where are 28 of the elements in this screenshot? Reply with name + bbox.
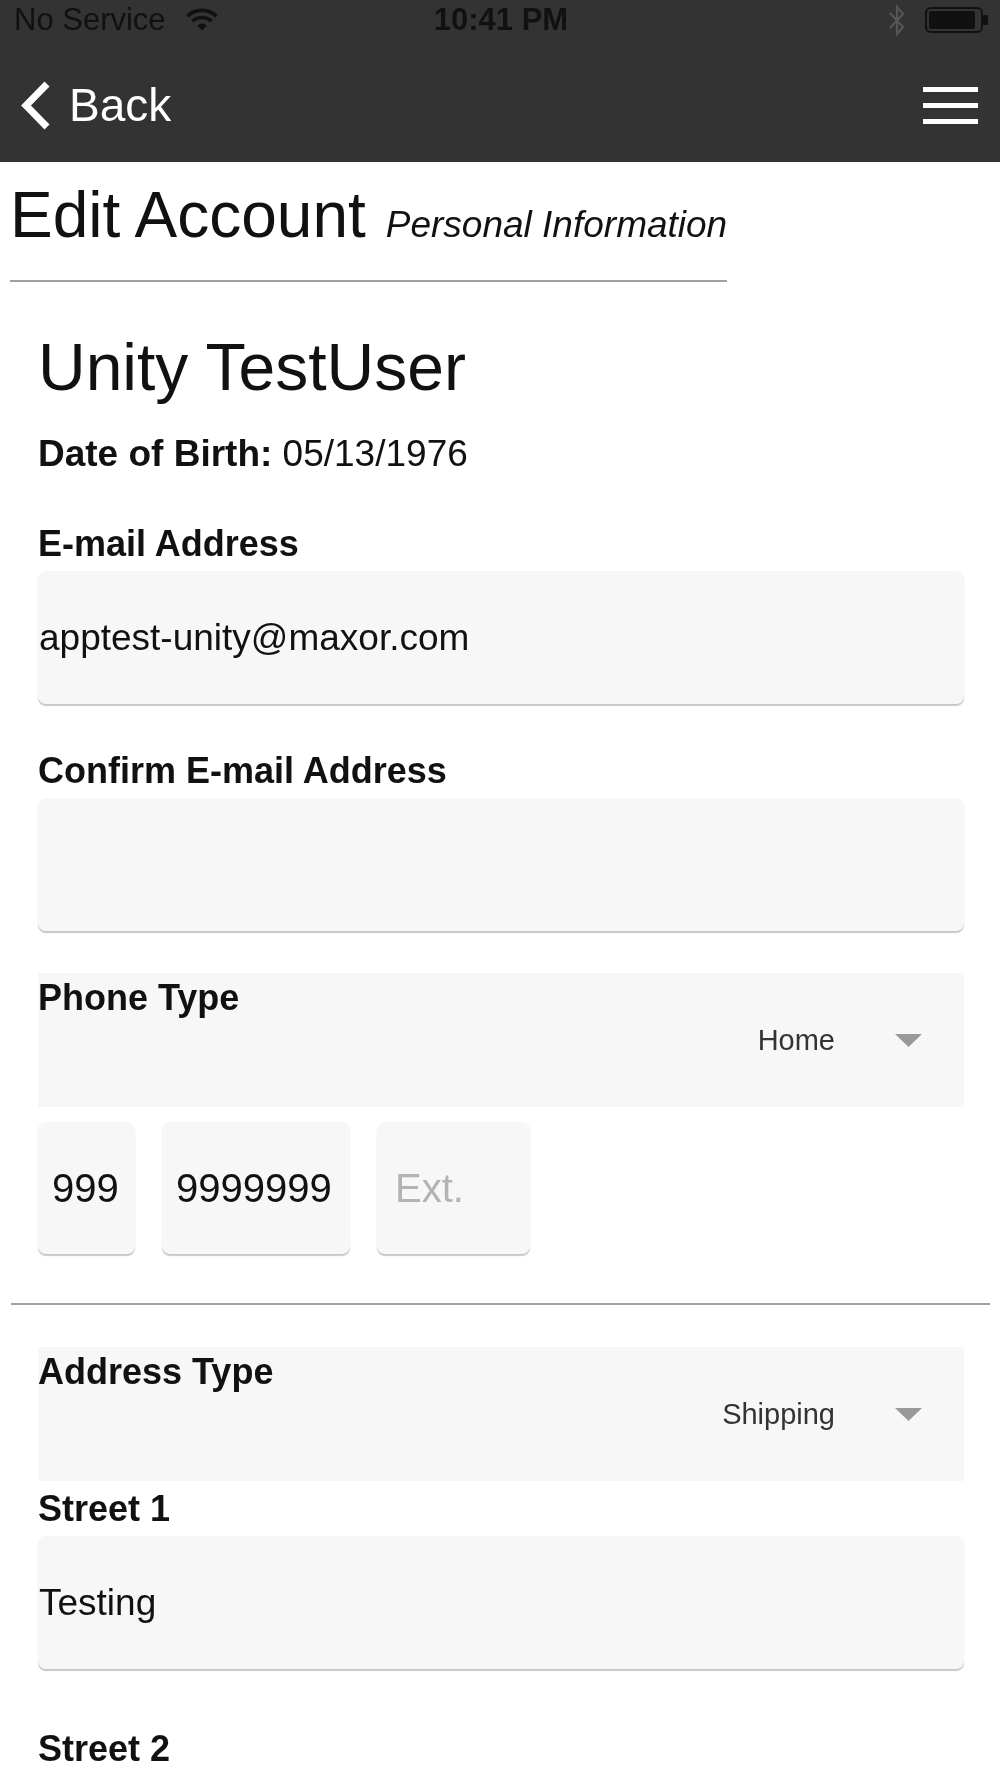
bluetooth-icon xyxy=(888,3,906,37)
field-label: Street 1 xyxy=(38,1487,171,1530)
caret-down-icon xyxy=(895,1407,922,1421)
text-field[interactable]: apptest-unity@maxor.com xyxy=(38,571,964,704)
field-label: Phone Type xyxy=(38,976,240,1019)
dropdown-value: Shipping xyxy=(722,1397,835,1432)
page-title: Edit Account xyxy=(10,178,366,252)
battery-icon xyxy=(925,7,988,33)
field-label: Street 2 xyxy=(38,1727,171,1770)
menu-icon[interactable] xyxy=(923,86,978,124)
caret-down-icon xyxy=(895,1033,922,1047)
user-name: Unity TestUser xyxy=(38,329,466,406)
page-subtitle: Personal Information xyxy=(385,203,728,247)
dropdown[interactable]: Address Type Shipping xyxy=(38,1347,964,1481)
back-button[interactable]: Back xyxy=(19,79,172,131)
phone-input-field[interactable]: Ext. xyxy=(377,1122,530,1254)
date-of-birth: Date of Birth: 05/13/1976 xyxy=(38,432,468,476)
phone-input-field[interactable]: 9999999 xyxy=(162,1122,350,1254)
field-label: Address Type xyxy=(38,1350,274,1393)
text-field[interactable] xyxy=(38,798,964,931)
field-label: Confirm E-mail Address xyxy=(38,749,447,792)
dropdown-value: Home xyxy=(757,1023,835,1058)
field-label: E-mail Address xyxy=(38,522,299,565)
chevron-left-icon xyxy=(19,79,51,131)
text-field[interactable]: Testing xyxy=(38,1536,964,1669)
phone-input-field[interactable]: 999 xyxy=(38,1122,135,1254)
wifi-icon xyxy=(185,8,218,32)
dropdown[interactable]: Phone Type Home xyxy=(38,973,964,1107)
